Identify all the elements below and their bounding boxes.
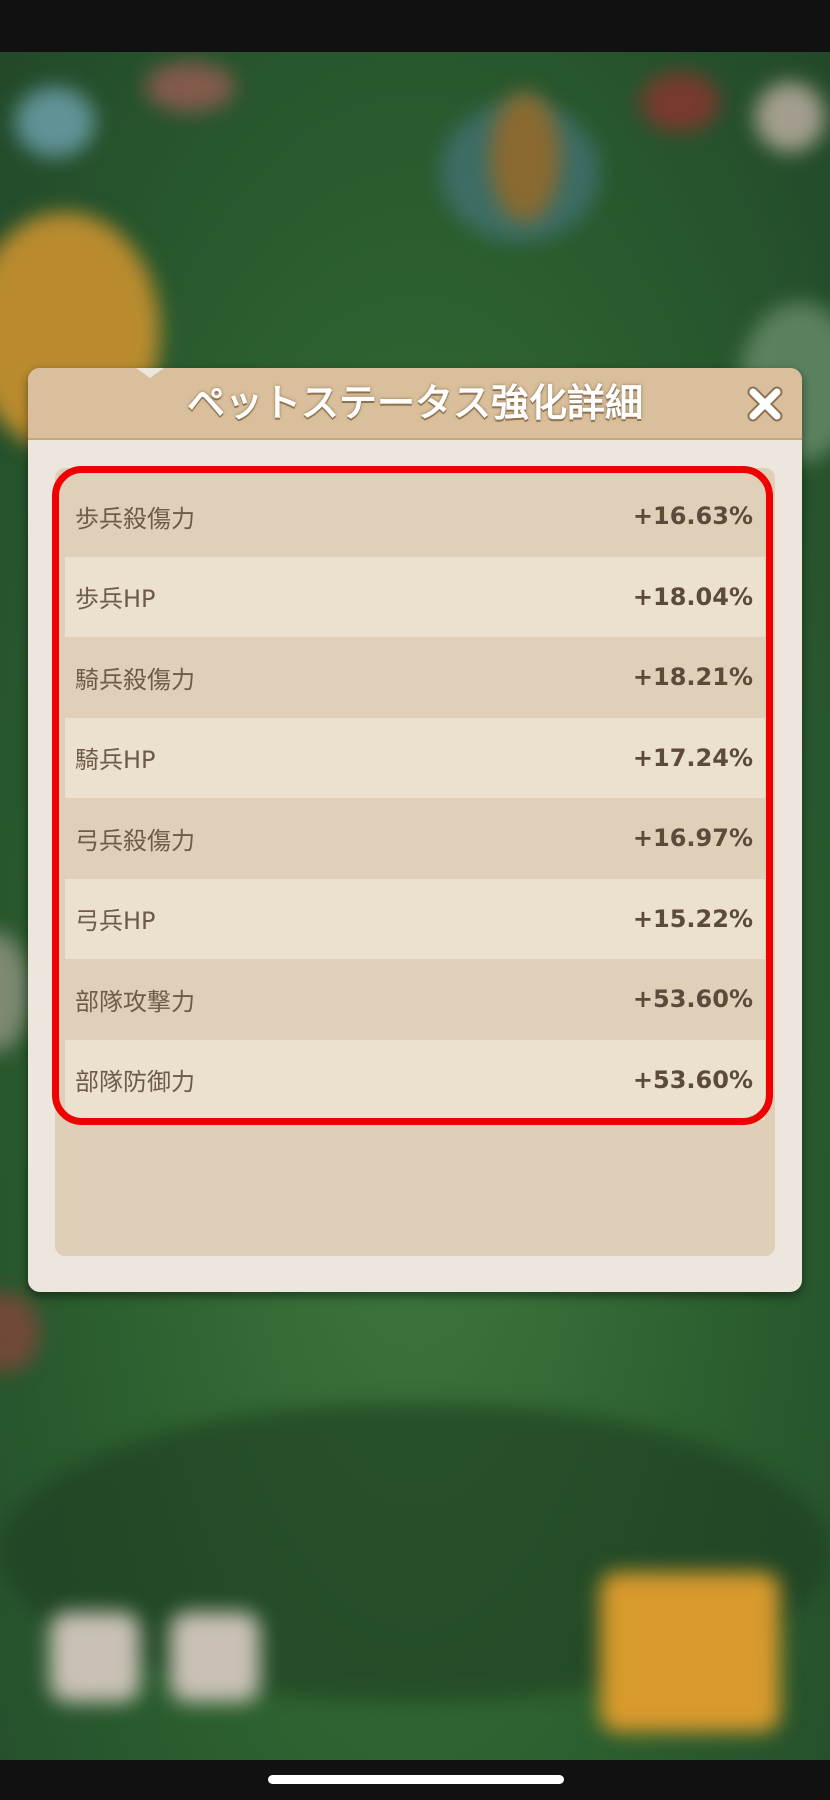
dialog-title: ペットステータス強化詳細 — [186, 381, 643, 425]
home-indicator[interactable] — [268, 1775, 564, 1784]
highlight-frame — [52, 466, 773, 1125]
dialog-header: ペットステータス強化詳細 — [28, 368, 802, 440]
close-icon[interactable] — [744, 383, 786, 425]
